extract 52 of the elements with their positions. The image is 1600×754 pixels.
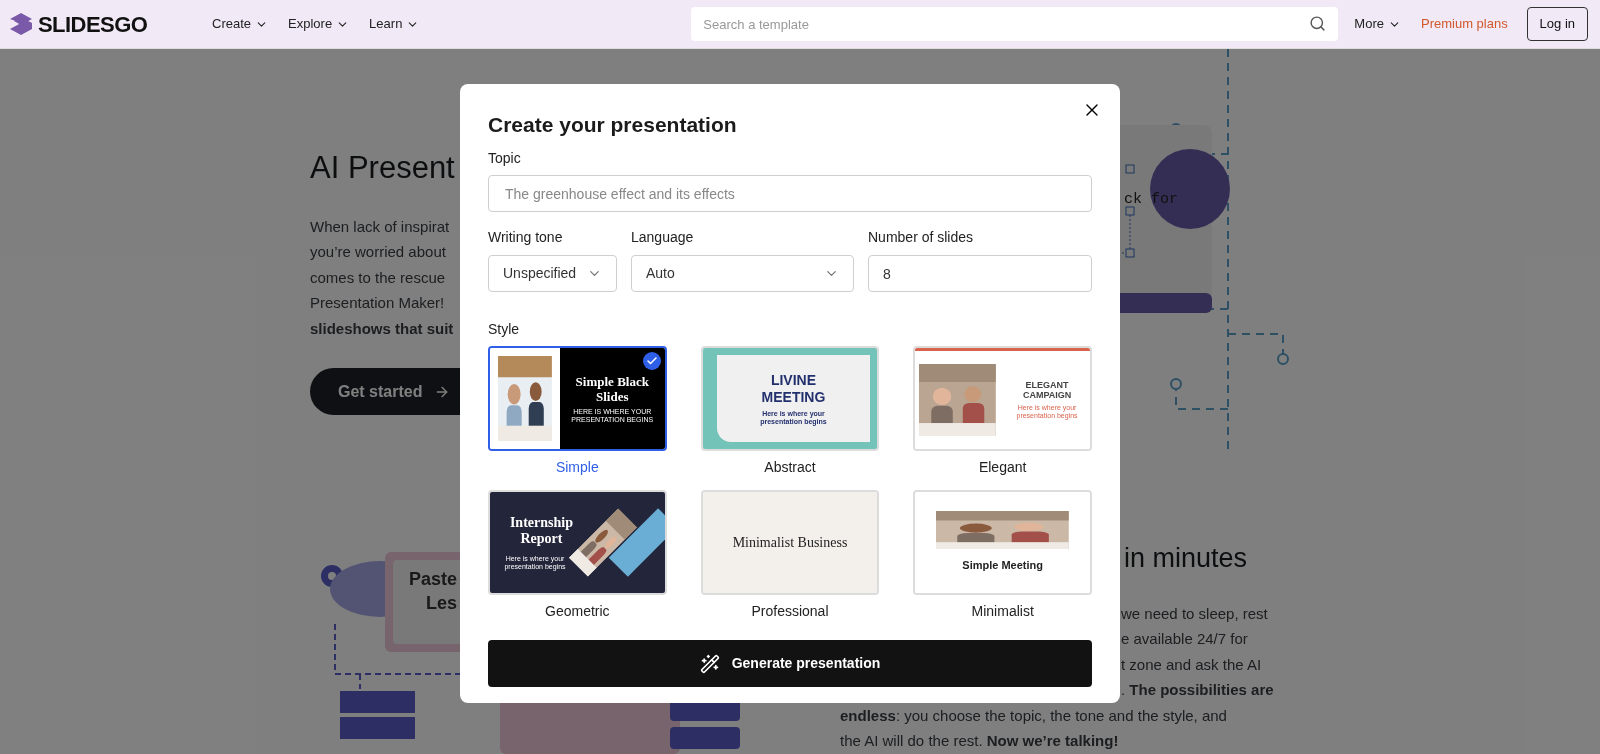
- nav-menu[interactable]: Create: [212, 14, 269, 34]
- more-menu[interactable]: More: [1354, 14, 1401, 34]
- slide-title: ELEGANT CAMPAIGN: [1021, 380, 1073, 400]
- slide-title: Simple Meeting: [962, 558, 1043, 574]
- style-thumbnail[interactable]: Simple Meeting: [913, 490, 1092, 595]
- generate-button[interactable]: Generate presentation: [488, 640, 1092, 687]
- nav-menu[interactable]: Explore: [288, 14, 350, 34]
- dropdown[interactable]: Auto: [631, 255, 854, 292]
- section-heading: in minutes: [1124, 542, 1249, 575]
- dropdown[interactable]: Unspecified: [488, 255, 617, 292]
- field-label: Writing tone: [488, 228, 564, 247]
- slide-title: LIVINE MEETING: [760, 371, 827, 406]
- card-title: Paste: [408, 568, 457, 591]
- premium-plans-link[interactable]: Premium plans: [1421, 14, 1508, 34]
- paragraph-line: you’re worried about: [310, 242, 447, 262]
- field-label: Number of slides: [868, 228, 975, 247]
- style-thumbnail[interactable]: Minimalist Business: [700, 490, 880, 595]
- field-label: Topic: [488, 149, 522, 168]
- style-label: Simple: [555, 458, 599, 477]
- field-label: Language: [631, 228, 695, 247]
- page-heading: AI Present: [310, 149, 456, 187]
- paragraph-line: endless: you choose the topic, the tone and the style, and: [840, 705, 1228, 726]
- topic-field[interactable]: The greenhouse effect and its effects: [488, 175, 1092, 212]
- paragraph-line: slideshows that suit: [310, 318, 455, 339]
- slide-title: Minimalist Business: [732, 534, 848, 552]
- paragraph-line: Presentation Maker!: [310, 293, 446, 313]
- paragraph-line: . The possibilities are: [1121, 680, 1275, 700]
- paragraph-line: e available 24/7 for: [1121, 629, 1249, 649]
- login-button[interactable]: Log in: [1526, 7, 1588, 41]
- slides-number-field[interactable]: 8: [868, 255, 1092, 292]
- style-label: Elegant: [978, 458, 1027, 477]
- search-icon[interactable]: [1309, 15, 1327, 32]
- nav-menu[interactable]: Learn: [369, 14, 420, 34]
- paragraph-line: When lack of inspirat: [310, 216, 451, 237]
- search-field[interactable]: Search a template: [691, 7, 1339, 41]
- style-label: Professional: [751, 602, 829, 621]
- style-label: Abstract: [764, 458, 816, 477]
- paragraph-line: the AI will do the rest. Now we’re talking!: [840, 731, 1120, 751]
- paragraph-line: t zone and ask the AI: [1121, 654, 1263, 675]
- logo-wordmark: SLIDESGO: [38, 10, 148, 39]
- dialog-title: Create your presentation: [488, 112, 738, 138]
- paragraph-line: comes to the rescue: [310, 267, 447, 288]
- slide-title: Simple Black Slides: [574, 373, 650, 404]
- field-label: Style: [488, 320, 521, 339]
- style-label: Minimalist: [971, 602, 1034, 621]
- paragraph-line: we need to sleep, rest: [1121, 603, 1269, 624]
- slide-title: Internship Report: [508, 514, 574, 547]
- logo-icon: [8, 11, 34, 37]
- magic-wand-icon: [699, 653, 720, 674]
- style-label: Geometric: [545, 602, 610, 621]
- code-text: ck for: [1124, 190, 1178, 210]
- card-title: Les: [425, 592, 457, 615]
